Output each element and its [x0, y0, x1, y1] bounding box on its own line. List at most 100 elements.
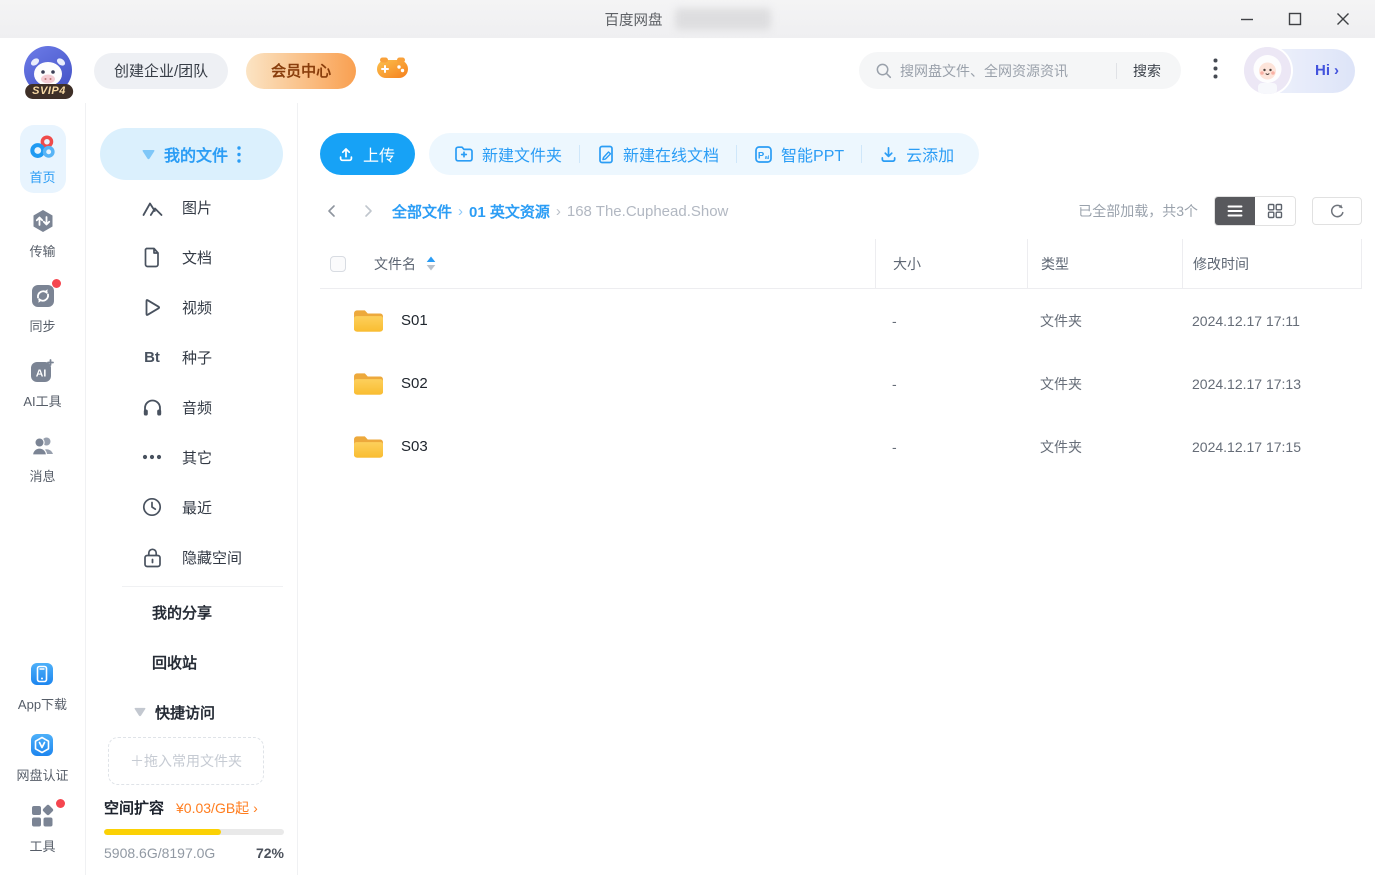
back-button[interactable] — [320, 197, 344, 225]
list-controls: 已全部加载，共3个 — [1078, 196, 1362, 226]
sidebar-item-my-share[interactable]: 我的分享 — [100, 587, 283, 637]
minimize-button[interactable] — [1223, 0, 1271, 38]
rail-item-messages[interactable]: 消息 — [29, 432, 57, 485]
member-center-button[interactable]: 会员中心 — [246, 52, 357, 89]
sidebar-item-others[interactable]: 其它 — [100, 432, 283, 482]
chevron-right-icon — [365, 205, 372, 217]
notification-dot — [56, 799, 66, 808]
table-row[interactable]: S02 - 文件夹 2024.12.17 17:13 — [320, 352, 1362, 415]
rail-label: 网盘认证 — [16, 768, 69, 783]
new-online-doc-button[interactable]: 新建在线文档 — [580, 142, 736, 166]
sort-toggle[interactable] — [426, 256, 436, 271]
people-icon — [29, 432, 57, 460]
left-rail: 首页 传输 同步 AI AI工具 消息 App下载 网盘认证 工具 — [0, 103, 86, 875]
quick-access-header[interactable]: 快捷访问 — [100, 687, 283, 737]
breadcrumb-current: 168 The.Cuphead.Show — [566, 202, 729, 220]
baidu-netdisk-window: 百度网盘 SVIP4 创建企业/团队 会员中心 搜网盘文件、全网资源资讯 搜索 … — [0, 0, 1375, 875]
column-header-type: 类型 — [1041, 255, 1069, 272]
close-button[interactable] — [1319, 0, 1367, 38]
sidebar-item-videos[interactable]: 视频 — [100, 282, 283, 332]
table-row[interactable]: S01 - 文件夹 2024.12.17 17:11 — [320, 289, 1362, 352]
rail-label: AI工具 — [23, 394, 62, 409]
assistant-hi-button[interactable]: Hi › — [1244, 46, 1355, 94]
sidebar-item-audio[interactable]: 音频 — [100, 382, 283, 432]
rail-bottom-group: App下载 网盘认证 工具 — [16, 660, 69, 875]
breadcrumb-folder[interactable]: 01 英文资源 — [469, 201, 550, 222]
file-name[interactable]: S03 — [401, 438, 428, 455]
pin-folder-drop-zone[interactable]: ＋拖入常用文件夹 — [108, 737, 264, 785]
sidebar-item-recent[interactable]: 最近 — [100, 482, 283, 532]
game-center-button[interactable] — [374, 53, 410, 89]
new-folder-icon — [455, 146, 473, 162]
search-input[interactable] — [900, 62, 1112, 79]
upload-button[interactable]: 上传 — [320, 133, 416, 175]
table-row[interactable]: S03 - 文件夹 2024.12.17 17:15 — [320, 415, 1362, 478]
maximize-button[interactable] — [1271, 0, 1319, 38]
file-name[interactable]: S02 — [401, 375, 428, 392]
app-body: 首页 传输 同步 AI AI工具 消息 App下载 网盘认证 工具 我的文件 图… — [0, 103, 1375, 875]
smart-ppt-label: 智能PPT — [781, 148, 845, 165]
file-size: - — [892, 312, 897, 329]
forward-button[interactable] — [356, 197, 380, 225]
titlebar-center: 百度网盘 — [0, 0, 1375, 38]
censored-username — [674, 8, 771, 30]
storage-percent-label: 72% — [255, 845, 284, 861]
play-icon — [140, 298, 164, 317]
transfer-icon — [29, 207, 57, 235]
sidebar-item-torrents[interactable]: Bt 种子 — [100, 332, 283, 382]
quick-access-label: 快捷访问 — [155, 704, 216, 722]
breadcrumb-separator: › — [458, 202, 464, 220]
refresh-icon — [1330, 204, 1344, 217]
image-icon — [140, 198, 164, 217]
chevron-right-icon: › — [253, 799, 258, 816]
rail-label: App下载 — [17, 697, 68, 712]
storage-price-link[interactable]: ¥0.03/GB起 › — [176, 798, 258, 818]
triangle-down-icon — [134, 707, 146, 717]
kebab-icon[interactable] — [237, 145, 241, 163]
sidebar-item-label: 音频 — [182, 399, 213, 417]
rail-label: 首页 — [29, 170, 56, 185]
breadcrumb-separator: › — [555, 202, 561, 220]
file-type: 文件夹 — [1040, 312, 1082, 329]
rail-item-tools[interactable]: 工具 — [28, 799, 66, 855]
file-modified: 2024.12.17 17:11 — [1192, 312, 1300, 329]
rail-item-home[interactable]: 首页 — [19, 125, 66, 193]
sidebar-item-recycle-bin[interactable]: 回收站 — [100, 637, 283, 687]
main-panel: 上传 新建文件夹 新建在线文档 P ai 智能PPT 云添加 全部文件 › 01… — [298, 103, 1375, 875]
triangle-down-icon — [142, 149, 155, 159]
rail-item-ai-tools[interactable]: AI AI工具 — [23, 357, 62, 410]
window-controls — [1223, 0, 1367, 38]
sidebar-item-label: 种子 — [182, 349, 213, 367]
breadcrumb-all-files[interactable]: 全部文件 — [392, 201, 452, 222]
home-icon — [29, 133, 57, 161]
new-folder-button[interactable]: 新建文件夹 — [437, 142, 579, 166]
sidebar-item-documents[interactable]: 文档 — [100, 232, 283, 282]
svg-text:AI: AI — [36, 368, 47, 380]
search-submit-button[interactable]: 搜索 — [1121, 61, 1165, 81]
tools-grid-icon — [28, 799, 66, 830]
sidebar-item-label: 隐藏空间 — [182, 549, 243, 567]
rail-item-transfer[interactable]: 传输 — [29, 207, 57, 260]
sidebar-item-hidden-space[interactable]: 隐藏空间 — [100, 532, 283, 582]
account-logo[interactable]: SVIP4 — [24, 45, 74, 99]
refresh-button[interactable] — [1312, 197, 1362, 225]
sidebar-item-pictures[interactable]: 图片 — [100, 182, 283, 232]
file-type: 文件夹 — [1040, 375, 1082, 392]
file-name[interactable]: S01 — [401, 312, 428, 329]
create-team-button[interactable]: 创建企业/团队 — [94, 52, 229, 89]
cloud-add-button[interactable]: 云添加 — [862, 142, 971, 166]
my-files-header[interactable]: 我的文件 — [100, 128, 283, 180]
file-size: - — [892, 438, 897, 455]
more-menu-button[interactable] — [1201, 53, 1229, 89]
list-view-button[interactable] — [1215, 197, 1255, 225]
sync-icon — [29, 279, 61, 310]
rail-label: 同步 — [29, 319, 56, 334]
rail-item-app-download[interactable]: App下载 — [18, 660, 67, 713]
rail-item-sync[interactable]: 同步 — [29, 279, 61, 335]
smart-ppt-button[interactable]: P ai 智能PPT — [737, 142, 861, 166]
upload-icon — [339, 148, 353, 162]
rail-item-certification[interactable]: 网盘认证 — [16, 731, 69, 784]
select-all-checkbox[interactable] — [330, 255, 346, 272]
sidenav: 我的文件 图片 文档 视频 Bt 种子 音频 其它 最近 隐藏空间 我的分享 回… — [86, 103, 298, 875]
grid-view-button[interactable] — [1255, 197, 1295, 225]
